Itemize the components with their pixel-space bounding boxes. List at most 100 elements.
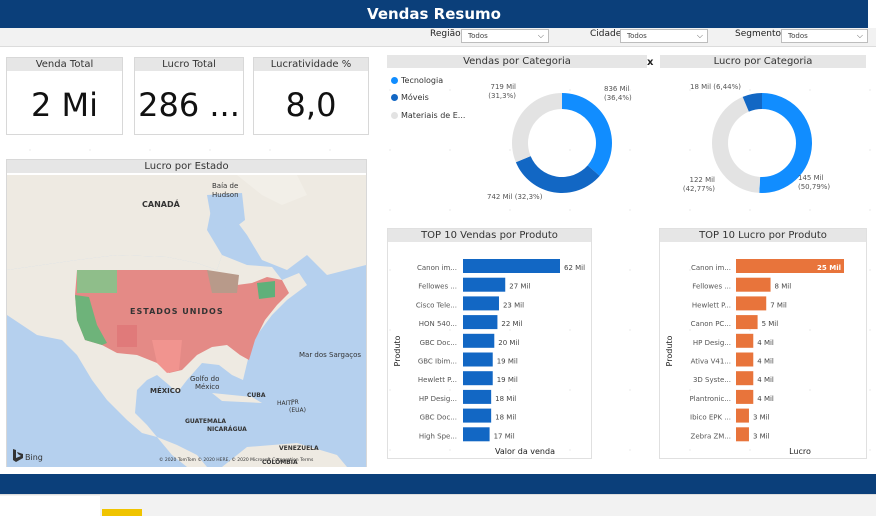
bar-value-label: 18 Mil [495, 395, 516, 403]
filter-select-segmento[interactable]: Todos ⌵ [781, 29, 868, 43]
top10-lucro-chart[interactable]: Canon im... 25 Mil Fellowes ... 8 Mil Hewlet… [660, 243, 866, 458]
donut-data-label: 122 Mil [689, 176, 715, 184]
label-golfo-1: Golfo do [190, 375, 219, 383]
filter-value-cidade: Todos [627, 32, 647, 40]
donut-data-label: 18 Mil (6,44%) [690, 83, 741, 91]
legend-item-materiais[interactable]: Materiais de E... [391, 111, 465, 120]
bar[interactable] [463, 371, 493, 386]
filter-select-regiao[interactable]: Todos ⌵ [461, 29, 549, 43]
bar-value-label: 4 Mil [757, 395, 774, 403]
page-tab-active[interactable] [0, 496, 100, 516]
bar[interactable] [736, 277, 771, 292]
bar[interactable] [463, 389, 492, 404]
bar-category-label: Canon im... [691, 264, 731, 272]
label-cuba: CUBA [247, 392, 266, 399]
bar-value-label: 19 Mil [497, 376, 518, 384]
bar[interactable] [736, 389, 754, 404]
vendas-categoria-panel[interactable]: Vendas por Categoria Tecnologia Móveis M… [387, 55, 647, 215]
bar[interactable] [463, 259, 560, 273]
bar-value-label: 19 Mil [497, 358, 518, 366]
bar-value-label: 20 Mil [498, 339, 519, 347]
filter-bar: Região: Todos ⌵ Cidade Todos ⌵ Segmento:… [0, 28, 876, 47]
bing-label: Bing [25, 453, 43, 462]
x-axis-title: Lucro [789, 447, 811, 456]
legend-dot [391, 112, 398, 119]
bar[interactable] [736, 296, 767, 311]
label-pr-2: (EUA) [289, 407, 306, 414]
top10-vendas-panel[interactable]: TOP 10 Vendas por Produto Canon im... 62 … [387, 228, 592, 459]
label-hudson-2: Hudson [212, 191, 239, 199]
kpi-value: 286 ... [138, 86, 240, 124]
bar-category-label: Fellowes ... [692, 283, 731, 291]
bar-value-label: 27 Mil [509, 283, 530, 291]
bar-category-label: HP Desig... [419, 395, 457, 403]
label-guatemala: GUATEMALA [185, 418, 226, 425]
filter-label-regiao: Região: [430, 29, 464, 39]
lucro-categoria-donut[interactable]: 145 Mil(50,79%) 122 Mil(42,77%) 18 Mil (6,… [660, 75, 866, 215]
bar[interactable] [736, 427, 749, 442]
state-red-arizona [117, 325, 137, 347]
bar-category-label: 3D Syste... [693, 376, 731, 384]
map-panel[interactable]: Lucro por Estado CANADÁ Baía de Hudson E… [6, 159, 367, 467]
footer-bar [0, 474, 876, 494]
bar[interactable] [463, 352, 493, 367]
bar[interactable] [463, 315, 498, 330]
label-golfo-2: México [195, 383, 219, 391]
bar[interactable] [736, 333, 754, 348]
bar[interactable] [463, 333, 495, 348]
canada-land [7, 175, 366, 275]
label-mexico: MÉXICO [150, 386, 181, 395]
donut-slice-2[interactable] [512, 93, 562, 163]
bar[interactable] [736, 408, 749, 423]
bar[interactable] [736, 315, 758, 330]
filter-select-cidade[interactable]: Todos ⌵ [620, 29, 708, 43]
lucro-categoria-panel[interactable]: Lucro por Categoria 145 Mil (50,79%) 122 M… [660, 55, 866, 215]
bar-value-label: 8 Mil [775, 283, 792, 291]
bar-value-label: 25 Mil [817, 264, 841, 272]
donut-slice-0[interactable] [562, 93, 612, 176]
bar-category-label: High Spe... [419, 432, 457, 440]
bar[interactable] [463, 296, 499, 311]
page-title: Vendas Resumo [0, 0, 868, 28]
top10-vendas-title: TOP 10 Vendas por Produto [388, 229, 591, 242]
state-green-northwest [77, 270, 117, 293]
map-canvas[interactable]: CANADÁ Baía de Hudson ESTADOS UNIDOS Mar… [7, 175, 366, 467]
label-canada: CANADÁ [142, 198, 181, 209]
filter-value-segmento: Todos [788, 32, 808, 40]
kpi-card-lucro-total[interactable]: Lucro Total 286 ... [134, 57, 244, 135]
chevron-down-icon: ⌵ [537, 31, 544, 40]
donut-slice-1[interactable] [712, 96, 761, 193]
bar-value-label: 7 Mil [770, 301, 787, 309]
kpi-card-lucratividade[interactable]: Lucratividade % 8,0 [253, 57, 369, 135]
donut-data-label: 145 Mil [798, 174, 824, 182]
kpi-title: Lucratividade % [254, 58, 368, 71]
bar-category-label: Fellowes ... [418, 283, 457, 291]
legend-dot [391, 77, 398, 84]
kpi-value: 8,0 [285, 86, 337, 124]
bar-value-label: 18 Mil [495, 414, 516, 422]
legend-item-moveis[interactable]: Móveis [391, 93, 429, 102]
bar[interactable] [463, 408, 492, 423]
bar[interactable] [736, 371, 754, 386]
top10-vendas-chart[interactable]: Canon im... 62 Mil Fellowes ... 27 Mil Cisco… [388, 243, 591, 458]
kpi-card-venda-total[interactable]: Venda Total 2 Mi [6, 57, 123, 135]
bar-category-label: Canon im... [417, 264, 457, 272]
bar[interactable] [463, 427, 490, 442]
close-icon[interactable]: x [647, 57, 653, 68]
legend-dot [391, 94, 398, 101]
top10-lucro-panel[interactable]: TOP 10 Lucro por Produto Canon im... 25 M… [659, 228, 867, 459]
bar[interactable] [463, 277, 506, 292]
vendas-categoria-donut[interactable]: 836 Mil(36,4%) 742 Mil (32,3%) 719 Mil(31,… [467, 75, 647, 215]
legend-label: Tecnologia [401, 76, 444, 85]
page-tab-highlight[interactable] [102, 509, 142, 516]
bar-category-label: Ibico EPK ... [690, 414, 731, 422]
bar[interactable] [736, 352, 754, 367]
vendas-categoria-title: Vendas por Categoria [387, 55, 647, 68]
x-axis-title: Valor da venda [495, 447, 555, 456]
bar-category-label: Cisco Tele... [416, 301, 457, 309]
legend-label: Materiais de E... [401, 111, 466, 120]
legend-item-tecnologia[interactable]: Tecnologia [391, 76, 443, 85]
donut-data-label: 719 Mil [490, 83, 516, 91]
top10-lucro-title: TOP 10 Lucro por Produto [660, 229, 866, 242]
donut-slice-1[interactable] [515, 156, 600, 193]
